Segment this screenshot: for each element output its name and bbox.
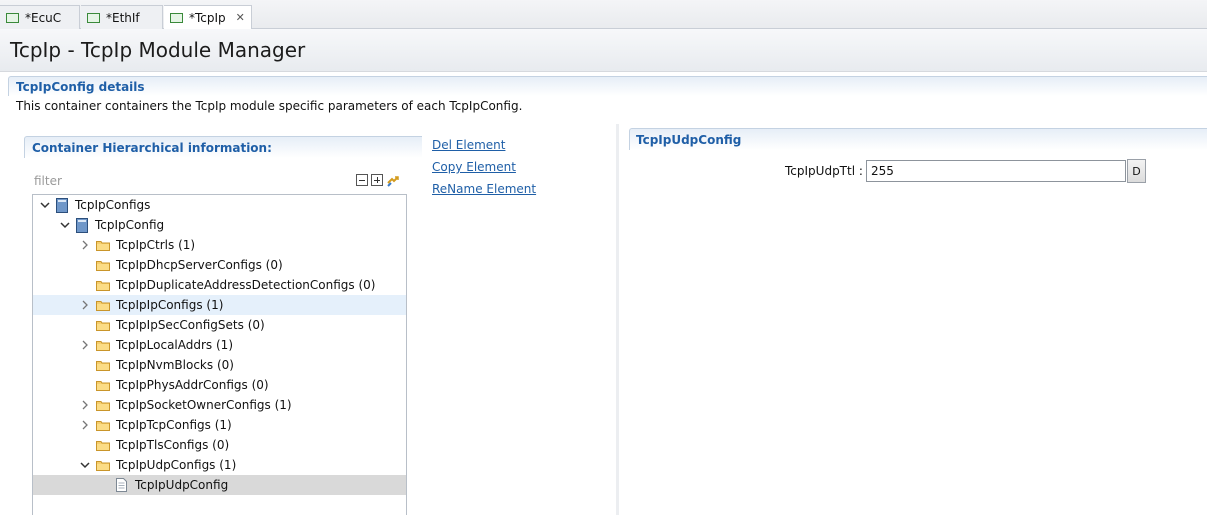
tree-item-label: TcpIpDhcpServerConfigs (0) xyxy=(116,258,283,272)
filter-input[interactable] xyxy=(34,173,234,189)
tree-item-label: TcpIpIpConfigs (1) xyxy=(116,298,224,312)
folder-icon xyxy=(96,420,110,431)
collapse-all-icon[interactable] xyxy=(356,174,368,186)
tree-item-label: TcpIpPhysAddrConfigs (0) xyxy=(116,378,269,392)
tree-item[interactable]: TcpIpConfigs xyxy=(33,195,406,215)
page-title: TcpIp - TcpIp Module Manager xyxy=(10,38,306,62)
tree-item-label: TcpIpTcpConfigs (1) xyxy=(116,418,232,432)
tab-ethif[interactable]: *EthIf xyxy=(81,5,163,29)
folder-icon xyxy=(96,440,110,451)
folder-icon xyxy=(96,280,110,291)
container-tree[interactable]: TcpIpConfigs TcpIpConfig TcpIpCtrls (1) Tcp… xyxy=(32,194,407,515)
tree-item[interactable]: TcpIpTcpConfigs (1) xyxy=(33,415,406,435)
tab-tcpip[interactable]: *TcpIp ✕ xyxy=(164,5,252,30)
tree-item[interactable]: TcpIpIpConfigs (1) xyxy=(33,295,406,315)
tree-item[interactable]: TcpIpNvmBlocks (0) xyxy=(33,355,406,375)
folder-icon xyxy=(96,460,110,471)
tree-item[interactable]: TcpIpUdpConfig xyxy=(33,475,406,495)
tab-label: *EthIf xyxy=(106,10,140,25)
folder-icon xyxy=(96,400,110,411)
default-value-button[interactable]: D xyxy=(1127,159,1146,183)
tree-item-label: TcpIpSocketOwnerConfigs (1) xyxy=(116,398,292,412)
link-with-editor-icon[interactable] xyxy=(386,174,400,188)
tree-item-label: TcpIpCtrls (1) xyxy=(116,238,196,252)
tree-item[interactable]: TcpIpDhcpServerConfigs (0) xyxy=(33,255,406,275)
panel-splitter[interactable] xyxy=(616,124,619,515)
tree-item[interactable]: TcpIpConfig xyxy=(33,215,406,235)
tree-item-label: TcpIpNvmBlocks (0) xyxy=(116,358,234,372)
folder-icon xyxy=(96,340,110,351)
chevron-right-icon[interactable] xyxy=(79,299,91,311)
editor-title-bar: TcpIp - TcpIp Module Manager xyxy=(0,29,1207,72)
chevron-down-icon[interactable] xyxy=(39,199,51,211)
tree-item[interactable]: TcpIpLocalAddrs (1) xyxy=(33,335,406,355)
tree-item-label: TcpIpDuplicateAddressDetectionConfigs (0… xyxy=(116,278,376,292)
expand-all-icon[interactable] xyxy=(371,174,383,186)
chevron-right-icon[interactable] xyxy=(79,399,91,411)
folder-icon xyxy=(96,380,110,391)
editor-icon xyxy=(170,12,183,23)
del-element-link[interactable]: Del Element xyxy=(432,138,505,152)
chevron-down-icon[interactable] xyxy=(79,459,91,471)
folder-icon xyxy=(96,360,110,371)
tree-item-label: TcpIpConfigs xyxy=(75,198,151,212)
tree-item[interactable]: TcpIpCtrls (1) xyxy=(33,235,406,255)
details-description: This container containers the TcpIp modu… xyxy=(16,99,523,113)
chevron-right-icon[interactable] xyxy=(79,239,91,251)
rename-element-link[interactable]: ReName Element xyxy=(432,182,536,196)
tree-item[interactable]: TcpIpUdpConfigs (1) xyxy=(33,455,406,475)
tree-item-label: TcpIpConfig xyxy=(95,218,165,232)
chevron-right-icon[interactable] xyxy=(79,339,91,351)
editor-tab-bar: *EcuC *EthIf *TcpIp ✕ xyxy=(0,0,1207,30)
tree-item-label: TcpIpUdpConfigs (1) xyxy=(116,458,237,472)
module-icon xyxy=(56,197,68,213)
details-heading: TcpIpConfig details xyxy=(16,80,145,94)
tab-ecuc[interactable]: *EcuC xyxy=(0,5,80,29)
module-icon xyxy=(76,217,88,233)
tree-item-label: TcpIpTlsConfigs (0) xyxy=(116,438,230,452)
tree-item[interactable]: TcpIpSocketOwnerConfigs (1) xyxy=(33,395,406,415)
tree-item-label: TcpIpIpSecConfigSets (0) xyxy=(116,318,265,332)
folder-icon xyxy=(96,240,110,251)
folder-icon xyxy=(96,300,110,311)
editor-icon xyxy=(87,12,100,23)
udp-config-section-header[interactable]: TcpIpUdpConfig xyxy=(629,128,1207,150)
tree-item[interactable]: TcpIpDuplicateAddressDetectionConfigs (0… xyxy=(33,275,406,295)
tree-item[interactable]: TcpIpIpSecConfigSets (0) xyxy=(33,315,406,335)
tree-item-label: TcpIpLocalAddrs (1) xyxy=(116,338,233,352)
editor-icon xyxy=(6,12,19,23)
udp-ttl-label: TcpIpUdpTtl : xyxy=(785,164,863,178)
tree-toolbar xyxy=(356,174,400,188)
hierarchy-section-header[interactable]: Container Hierarchical information: xyxy=(24,136,422,158)
copy-element-link[interactable]: Copy Element xyxy=(432,160,516,174)
details-section-header[interactable]: TcpIpConfig details xyxy=(8,76,1207,96)
chevron-down-icon[interactable] xyxy=(59,219,71,231)
hierarchy-heading: Container Hierarchical information: xyxy=(32,141,272,155)
tree-item[interactable]: TcpIpPhysAddrConfigs (0) xyxy=(33,375,406,395)
udp-config-heading: TcpIpUdpConfig xyxy=(636,133,742,147)
tree-item[interactable]: TcpIpTlsConfigs (0) xyxy=(33,435,406,455)
udp-ttl-input[interactable] xyxy=(866,160,1126,182)
chevron-right-icon[interactable] xyxy=(79,419,91,431)
document-icon xyxy=(116,478,127,492)
tab-label: *TcpIp xyxy=(189,10,226,25)
folder-icon xyxy=(96,320,110,331)
folder-icon xyxy=(96,260,110,271)
close-icon[interactable]: ✕ xyxy=(236,11,245,24)
tab-label: *EcuC xyxy=(25,10,62,25)
tree-item-label: TcpIpUdpConfig xyxy=(135,478,229,492)
